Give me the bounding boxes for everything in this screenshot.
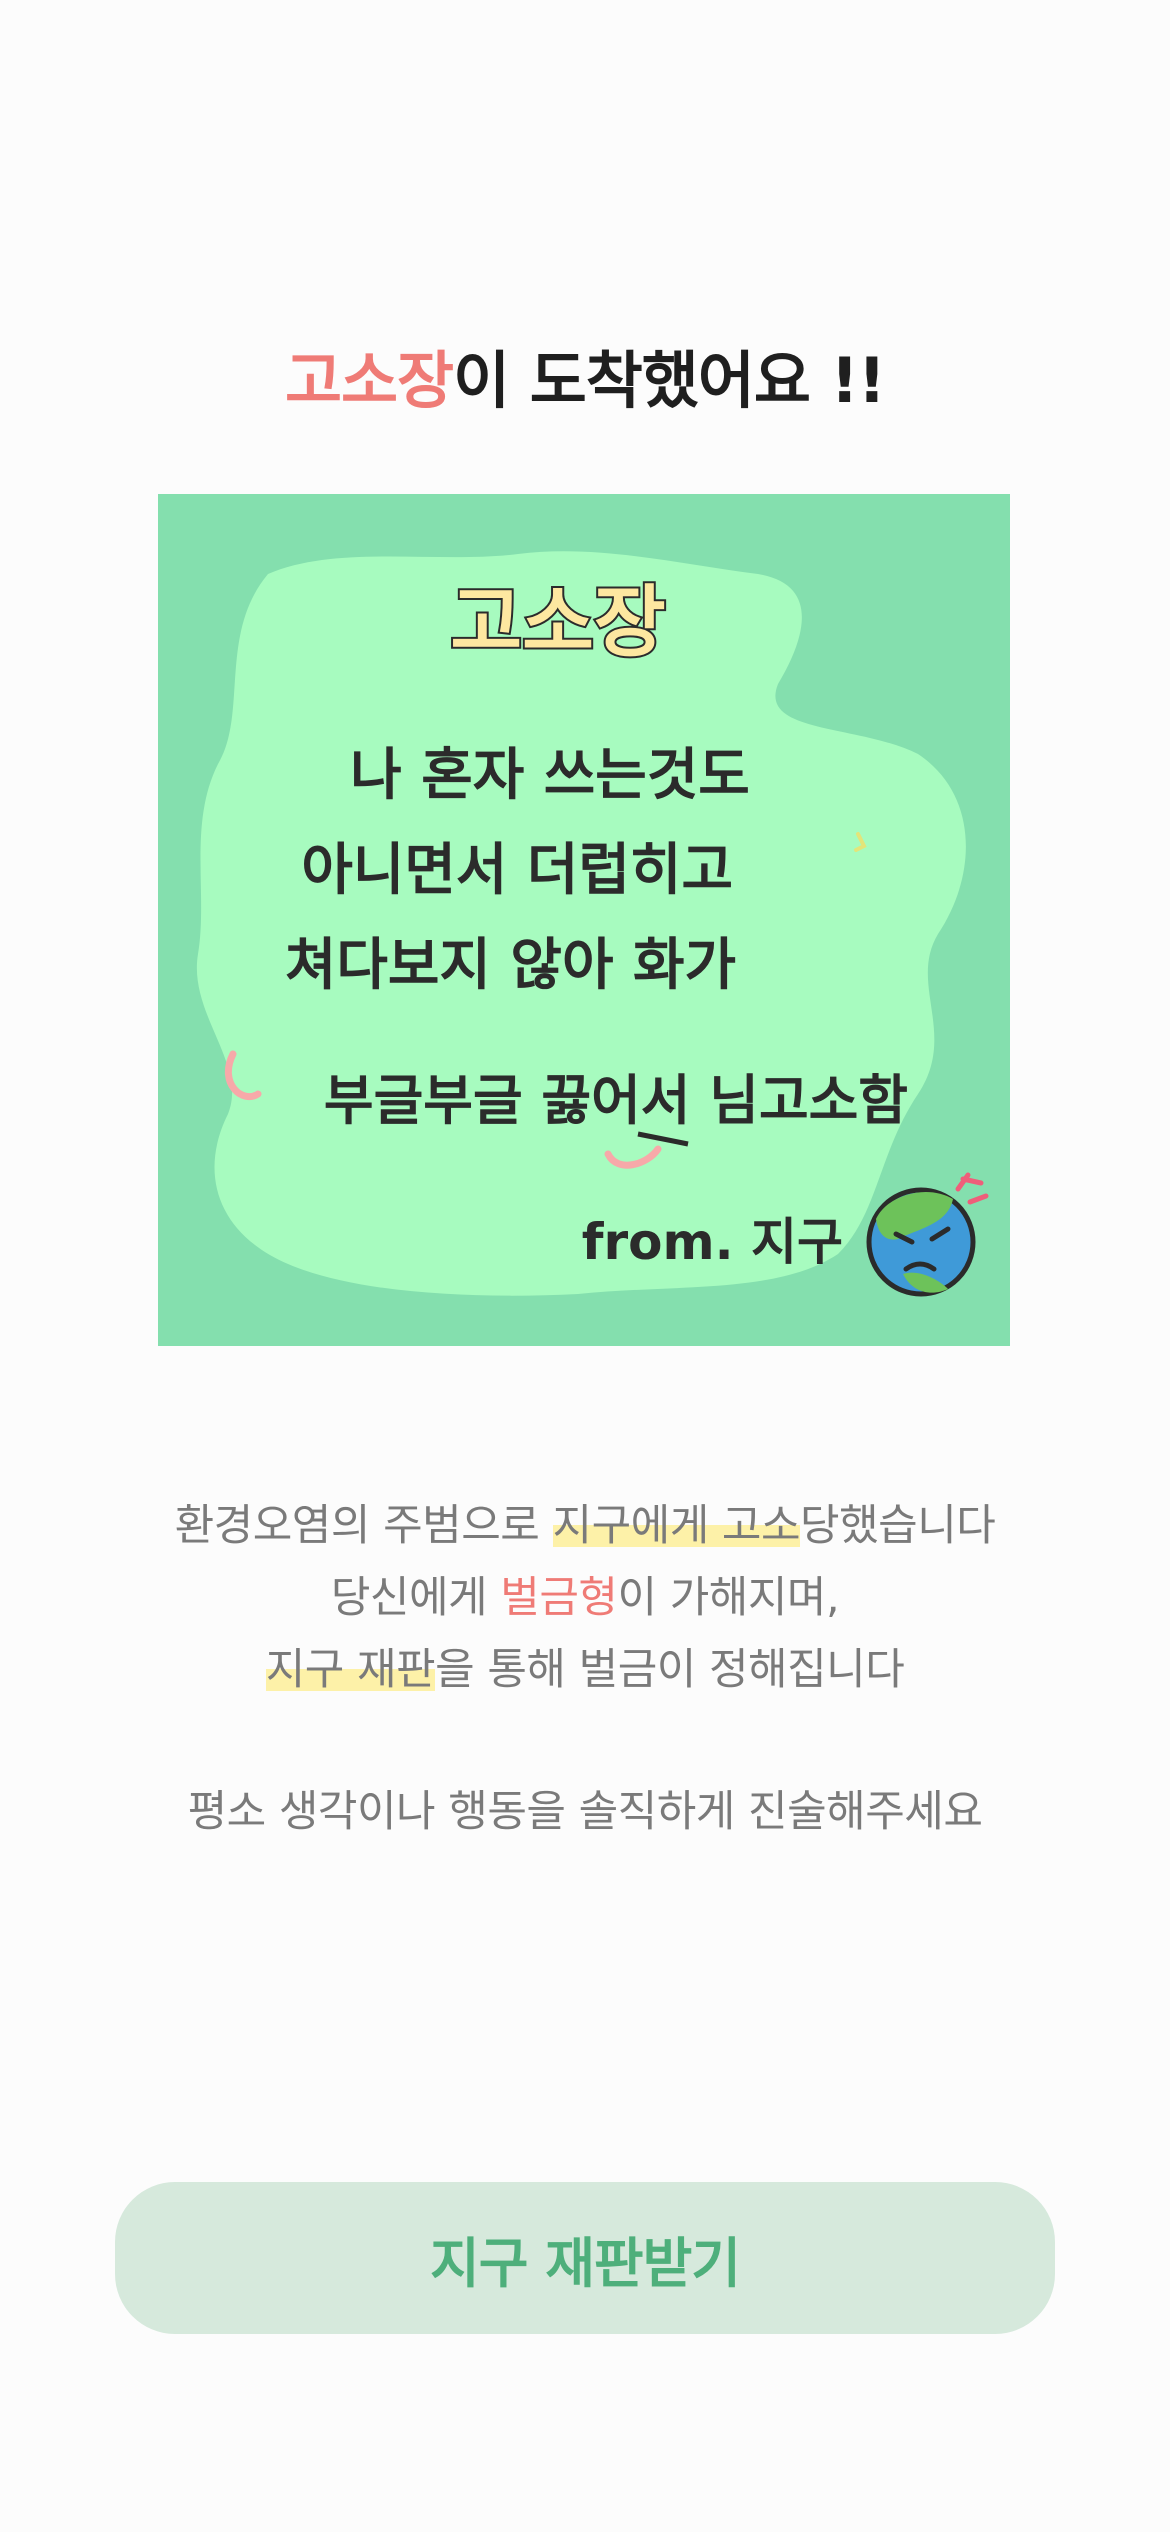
description-line-3: 지구 재판을 통해 벌금이 정해집니다 xyxy=(0,1634,1170,1706)
complaint-letter-image: 고소장 나 혼자 쓰는것도 아니면서 더럽히고 쳐다보지 않아 화가 부글부글 … xyxy=(158,494,1010,1346)
desc-line2-before: 당신에게 xyxy=(330,1573,501,1623)
page-title: 고소장이 도착했어요 !! xyxy=(0,330,1170,420)
description: 환경오염의 주범으로 지구에게 고소당했습니다 당신에게 벌금형이 가해지며, … xyxy=(0,1490,1170,1848)
description-line-1: 환경오염의 주범으로 지구에게 고소당했습니다 xyxy=(0,1490,1170,1562)
desc-line1-highlight: 지구에게 고소 xyxy=(552,1501,801,1551)
angry-earth-icon xyxy=(866,1172,989,1297)
fine-penalty-text: 벌금형 xyxy=(500,1573,618,1623)
card-signature: from. 지구 xyxy=(582,1213,843,1271)
complaint-illustration: 고소장 나 혼자 쓰는것도 아니면서 더럽히고 쳐다보지 않아 화가 부글부글 … xyxy=(196,551,989,1297)
start-earth-trial-button[interactable]: 지구 재판받기 xyxy=(115,2182,1055,2334)
desc-line3-after: 을 통해 벌금이 정해집니다 xyxy=(435,1645,905,1695)
title-accent: 고소장 xyxy=(284,344,454,417)
desc-line1-before: 환경오염의 주범으로 xyxy=(174,1501,553,1551)
description-line-2: 당신에게 벌금형이 가해지며, xyxy=(0,1562,1170,1634)
card-line-3: 쳐다보지 않아 화가 xyxy=(285,933,736,998)
desc-line1-after: 당했습니다 xyxy=(800,1501,996,1551)
description-line-4: 평소 생각이나 행동을 솔직하게 진술해주세요 xyxy=(187,1787,983,1837)
card-line-1: 나 혼자 쓰는것도 xyxy=(350,743,750,808)
title-rest: 이 도착했어요 !! xyxy=(453,344,886,417)
desc-line2-after: 이 가해지며, xyxy=(617,1573,840,1623)
desc-line3-highlight: 지구 재판 xyxy=(265,1645,436,1695)
card-line-2: 아니면서 더럽히고 xyxy=(301,838,733,903)
card-title: 고소장 xyxy=(450,578,665,668)
card-line-4: 부글부글 끓어서 님고소함 xyxy=(324,1069,908,1132)
